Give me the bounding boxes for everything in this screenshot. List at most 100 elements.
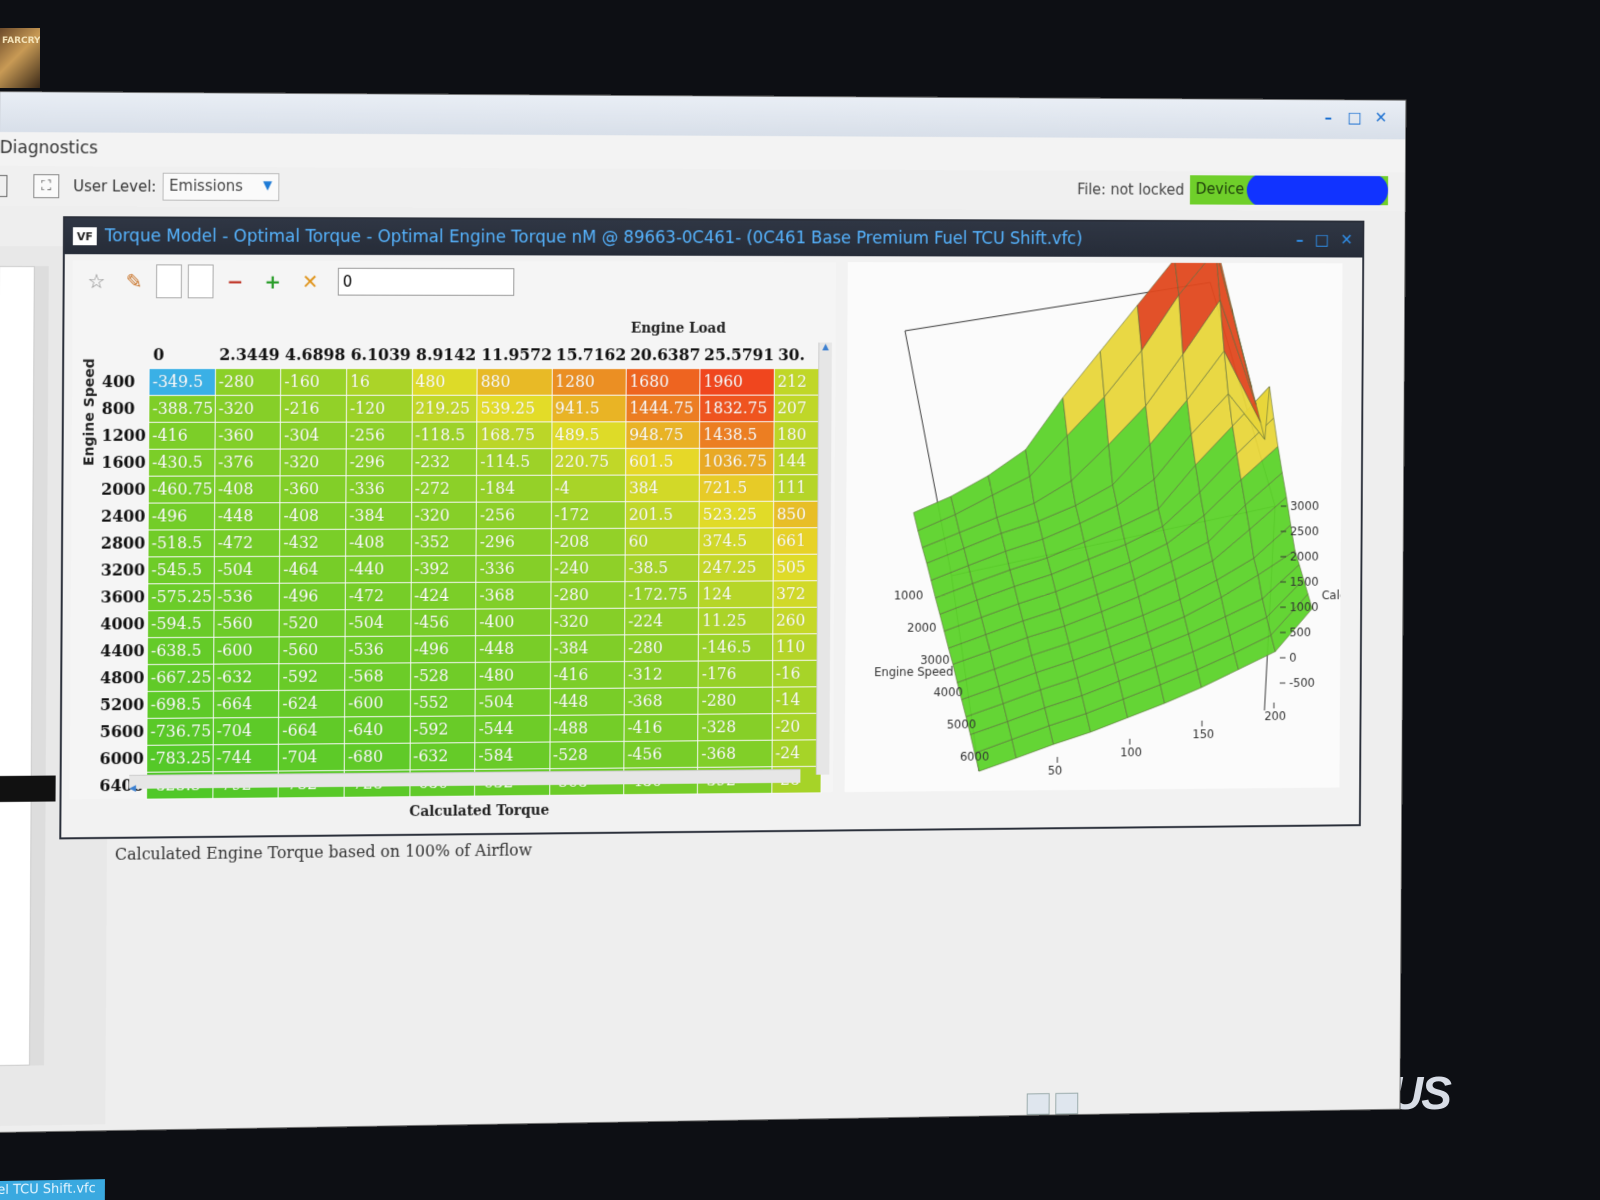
close-icon[interactable]: ✕ [1340,230,1353,248]
column-header[interactable]: 2.3449 [215,342,282,369]
table-cell[interactable]: -280 [550,581,625,609]
minimize-icon[interactable]: – [1296,230,1304,248]
table-cell[interactable]: 212 [773,368,824,395]
multiply-icon[interactable]: ✕ [294,266,326,298]
table-cell[interactable]: -464 [279,555,346,583]
table-cell[interactable]: -448 [549,687,625,715]
table-cell[interactable]: 16 [346,368,413,395]
table-cell[interactable]: 539.25 [476,394,552,422]
scroll-left-icon[interactable]: ◀ [129,784,136,794]
table-cell[interactable]: -448 [214,502,281,530]
table-cell[interactable]: -664 [213,690,280,718]
table-cell[interactable]: -638.5 [147,636,214,665]
table-cell[interactable]: -552 [409,688,476,716]
table-cell[interactable]: 850 [773,500,823,528]
table-cell[interactable]: -575.25 [147,583,214,611]
table-cell[interactable]: -545.5 [147,556,215,584]
table-cell[interactable]: 111 [773,474,823,501]
table-cell[interactable]: 201.5 [625,501,700,528]
desktop-game-icon[interactable]: FARCRY2 [0,28,40,88]
table-cell[interactable]: 941.5 [551,394,626,422]
user-level-select[interactable]: Emissions ▼ [162,172,280,202]
table-cell[interactable]: -783.25 [146,744,213,772]
table-cell[interactable]: 60 [625,527,700,555]
table-cell[interactable]: -328 [697,713,772,741]
table-cell[interactable]: -368 [697,739,772,767]
table-cell[interactable]: -320 [550,607,625,635]
left-file-tab[interactable]: el TCU Shift.vfc [0,1179,105,1200]
table-cell[interactable]: -184 [476,474,552,502]
table-cell[interactable]: -172.75 [624,580,699,608]
table-cell[interactable]: -456 [623,740,698,768]
table-cell[interactable]: 661 [772,527,823,554]
row-header[interactable]: 6000 [97,744,147,773]
table-cell[interactable]: -146.5 [698,633,773,661]
paste-page-icon[interactable] [187,264,214,299]
table-cell[interactable]: -518.5 [147,529,215,557]
table-cell[interactable]: -384 [345,501,412,529]
column-header[interactable]: 15.7162 [551,342,627,369]
table-cell[interactable]: -14 [771,686,822,714]
table-cell[interactable]: -24 [771,739,822,767]
table-cell[interactable]: -172 [550,501,626,529]
table-cell[interactable]: 1444.75 [625,394,701,422]
row-header[interactable]: 2800 [98,529,149,557]
table-cell[interactable]: 480 [411,368,478,395]
scroll-up-icon[interactable]: ▲ [819,343,832,353]
table-cell[interactable]: 721.5 [699,474,774,502]
table-cell[interactable]: -594.5 [147,609,214,638]
minus-icon[interactable]: − [219,266,251,298]
table-cell[interactable]: -736.75 [146,717,214,745]
table-cell[interactable]: 11.25 [698,606,773,634]
table-cell[interactable]: -496 [410,635,476,663]
table-cell[interactable]: -20 [771,712,822,740]
table-cell[interactable]: -704 [212,716,279,745]
table-cell[interactable]: -256 [346,421,412,449]
toolbar-button[interactable] [0,174,8,198]
table-cell[interactable]: 180 [773,421,824,448]
row-header[interactable]: 5600 [97,717,148,746]
row-header[interactable]: 800 [99,394,149,422]
table-cell[interactable]: 384 [625,474,700,502]
table-cell[interactable]: -430.5 [148,448,215,476]
table-cell[interactable]: -592 [409,715,476,743]
column-header[interactable]: 25.5791 [700,342,775,369]
table-cell[interactable]: -368 [624,687,699,715]
row-header[interactable]: 400 [99,368,150,395]
menu-diagnostics[interactable]: Diagnostics [0,138,98,158]
maximize-icon[interactable]: □ [1347,108,1362,127]
row-header[interactable]: 5200 [97,690,148,719]
row-header[interactable]: 3200 [98,556,148,584]
table-cell[interactable]: 505 [772,553,823,581]
table-cell[interactable]: -160 [280,368,347,395]
column-header[interactable]: 20.6387 [626,342,701,369]
table-cell[interactable]: -460.75 [148,475,215,503]
column-header[interactable]: 11.9572 [477,342,552,369]
table-cell[interactable]: -496 [279,582,346,610]
table-cell[interactable]: 1280 [551,368,627,395]
table-cell[interactable]: -424 [410,581,476,609]
table-cell[interactable]: 1960 [700,368,775,395]
table-cell[interactable]: -256 [476,501,552,529]
table-cell[interactable]: 948.75 [625,421,700,448]
row-header[interactable]: 1200 [99,421,149,449]
close-icon[interactable]: ✕ [1373,108,1388,126]
table-cell[interactable]: 374.5 [699,527,774,555]
table-cell[interactable]: 601.5 [625,447,700,475]
table-cell[interactable]: -312 [624,660,699,688]
fit-window-icon[interactable]: ⛶ [33,174,60,199]
surface-plot[interactable]: 300025002000150010005000-500Calc50100150… [845,262,1346,792]
table-cell[interactable]: -232 [411,448,477,476]
table-cell[interactable]: -632 [409,742,475,770]
table-cell[interactable]: -360 [280,475,346,503]
table-cell[interactable]: 1036.75 [699,447,774,475]
left-list[interactable] [0,266,35,1067]
table-cell[interactable]: 1832.75 [699,394,774,422]
table-cell[interactable]: -296 [345,448,412,476]
palette-icon[interactable]: ✎ [118,265,150,297]
table-cell[interactable]: -584 [474,741,550,769]
table-cell[interactable]: -416 [148,421,215,449]
table-cell[interactable]: -560 [279,636,345,664]
table-cell[interactable]: -320 [214,394,281,422]
table-cell[interactable]: 124 [698,580,773,608]
